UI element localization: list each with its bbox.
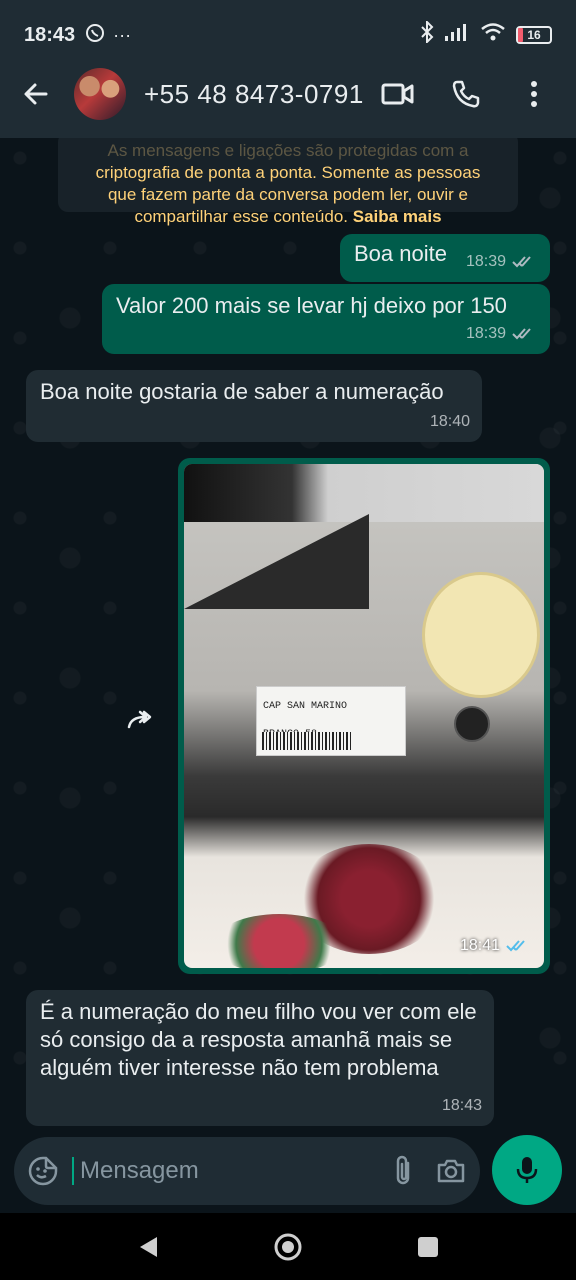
chat-header: +55 48 8473-0791 [0, 50, 576, 138]
battery-indicator: 16 [516, 26, 552, 44]
nav-home-button[interactable] [268, 1227, 308, 1267]
encryption-notice[interactable]: As mensagens e ligações são protegidas c… [58, 138, 518, 226]
bluetooth-icon [420, 19, 434, 49]
encryption-text-line-3: compartilhar esse conteúdo. [134, 207, 348, 226]
message-time: 18:39 [465, 253, 506, 270]
video-call-button[interactable] [378, 74, 418, 114]
more-options-button[interactable] [514, 74, 554, 114]
whatsapp-chat-screen: 18:43 ··· 16 +55 48 8473-0791 As mensage… [0, 0, 576, 1280]
encryption-text-line-2: que fazem parte da conversa podem ler, o… [107, 185, 469, 204]
sticker-smiley-icon [28, 1156, 58, 1186]
camera-button[interactable] [436, 1151, 466, 1191]
learn-more-link[interactable]: Saiba mais [353, 207, 442, 226]
message-time: 18:40 [429, 413, 470, 430]
image-message-bubble[interactable]: CAP SAN MARINO BRANCO 58 18:41 [178, 458, 550, 974]
double-check-icon [512, 327, 538, 341]
contact-avatar[interactable] [74, 68, 126, 120]
status-time: 18:43 [24, 23, 76, 46]
triangle-back-icon [140, 1236, 157, 1257]
message-time: 18:41 [459, 937, 500, 954]
message-bubble-incoming[interactable]: É a numeração do meu filho vou ver com e… [26, 990, 494, 1126]
sticker-button[interactable] [28, 1151, 58, 1191]
message-input[interactable] [72, 1157, 390, 1185]
nav-recents-button[interactable] [408, 1227, 448, 1267]
message-bubble-outgoing[interactable]: Valor 200 mais se levar hj deixo por 150… [102, 284, 550, 354]
double-check-icon [512, 255, 538, 269]
message-text: É a numeração do meu filho vou ver com e… [40, 999, 477, 1080]
message-text: Valor 200 mais se levar hj deixo por 150 [116, 293, 507, 318]
video-camera-icon [381, 83, 414, 105]
square-recents-icon [418, 1236, 438, 1257]
message-bubble-outgoing[interactable]: Boa noite 18:39 [340, 234, 550, 282]
phone-icon [452, 80, 480, 108]
encryption-text-line-1: criptografia de ponta a ponta. Somente a… [95, 163, 481, 182]
paperclip-icon [396, 1155, 410, 1185]
camera-icon [437, 1159, 465, 1183]
voice-record-button[interactable] [492, 1135, 562, 1205]
kebab-menu-icon [531, 81, 537, 107]
nav-back-button[interactable] [128, 1227, 168, 1267]
wifi-icon [480, 22, 506, 48]
system-navigation-bar [0, 1213, 576, 1280]
forward-arrow-icon [127, 710, 152, 729]
status-more-dots: ··· [113, 24, 132, 45]
voice-call-button[interactable] [446, 74, 486, 114]
double-check-read-icon [506, 939, 532, 953]
message-time: 18:43 [441, 1097, 482, 1114]
forward-media-button[interactable] [120, 698, 164, 742]
back-button[interactable] [16, 74, 56, 114]
composer-bar [0, 1133, 576, 1213]
microphone-icon [516, 1157, 538, 1183]
helmet-photo[interactable]: CAP SAN MARINO BRANCO 58 18:41 [184, 464, 544, 968]
signal-icon [444, 23, 470, 47]
arrow-left-icon [24, 83, 48, 105]
whatsapp-notification-icon [85, 23, 105, 48]
message-input-container [14, 1137, 480, 1205]
barcode [262, 732, 352, 750]
message-bubble-incoming[interactable]: Boa noite gostaria de saber a numeração … [26, 370, 482, 442]
contact-name[interactable]: +55 48 8473-0791 [144, 79, 364, 110]
message-text: Boa noite gostaria de saber a numeração [40, 379, 444, 404]
certification-sticker [422, 572, 540, 698]
circle-home-icon [274, 1233, 302, 1260]
helmet-vent [454, 706, 490, 742]
message-time: 18:39 [465, 325, 506, 342]
message-text: Boa noite [354, 241, 447, 266]
attach-button[interactable] [390, 1151, 418, 1191]
chat-messages-area[interactable]: As mensagens e ligações são protegidas c… [0, 138, 576, 1133]
